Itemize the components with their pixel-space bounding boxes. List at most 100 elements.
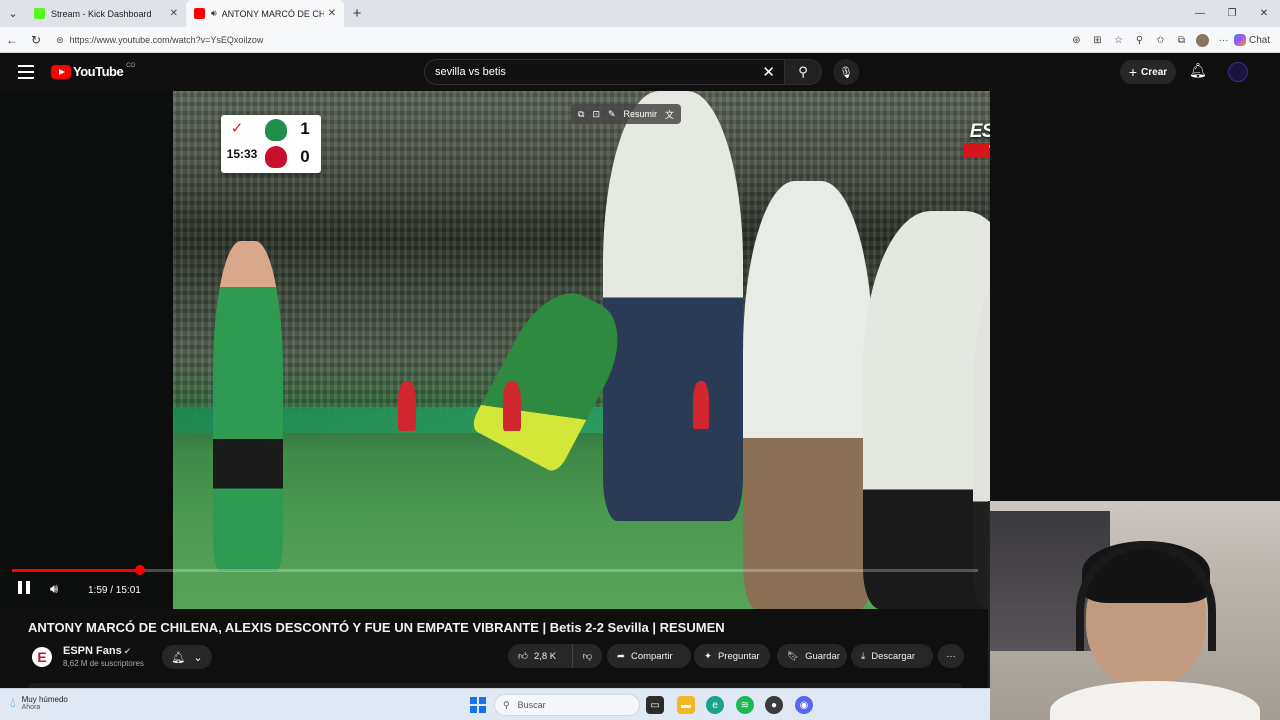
reload-icon[interactable]: ↻ — [24, 33, 48, 47]
notifications-bell-icon[interactable]: 🔔︎ — [1189, 62, 1207, 79]
tab-title: ANTONY MARCÓ DE CHILENA — [221, 8, 324, 19]
url-field[interactable]: ⊜ https://www.youtube.com/watch?v=YsEQxo… — [56, 30, 1066, 50]
more-menu-icon[interactable]: ··· — [1213, 35, 1234, 46]
taskbar-search[interactable]: ⚲ Buscar — [494, 694, 640, 716]
player-figure — [603, 91, 743, 521]
share-button[interactable]: ➦ Compartir — [607, 644, 691, 668]
plus-icon: + — [1128, 64, 1138, 80]
audio-playing-icon[interactable]: 🔊︎ — [211, 8, 217, 19]
weather-subtitle: Ahora — [21, 703, 41, 711]
channel-name-text: ESPN Fans — [63, 645, 122, 657]
new-tab-button[interactable]: + — [344, 5, 370, 22]
youtube-header: YouTube CO sevilla vs betis ✕ ⚲ 🎙︎ + Crea… — [0, 53, 1268, 91]
tab-youtube-video[interactable]: 🔊︎ ANTONY MARCÓ DE CHILENA ✕ — [186, 0, 344, 27]
share-icon: ➦ — [617, 650, 625, 662]
favorites-icon[interactable]: ✩ — [1150, 35, 1171, 46]
create-button[interactable]: + Crear — [1120, 60, 1176, 84]
like-button[interactable]: 👍︎ 2,8 K — [508, 644, 572, 668]
collections-icon[interactable]: ⧉ — [1171, 35, 1192, 46]
summary-icon[interactable]: ✎ — [608, 109, 616, 120]
discord-icon[interactable]: ◉ — [795, 696, 813, 714]
windows-start-icon[interactable] — [470, 697, 486, 713]
webcam-overlay — [988, 501, 1280, 720]
file-explorer-icon[interactable]: ▬ — [677, 696, 695, 714]
tab-title: Stream - Kick Dashboard — [51, 8, 152, 19]
weather-title: Muy húmedo — [21, 694, 68, 704]
profile-avatar[interactable] — [1196, 33, 1209, 47]
media-app-icon[interactable]: ● — [765, 696, 783, 714]
close-tab-icon[interactable]: ✕ — [170, 8, 178, 19]
country-code: CO — [126, 62, 136, 69]
kick-favicon-icon — [34, 8, 45, 19]
video-player[interactable]: ✓ 15:33 1 0 ESPN 2 VIVO ⧉ ⊡ ✎ Resumir 文 … — [0, 91, 990, 609]
volume-icon[interactable]: 🔊︎ — [50, 581, 58, 597]
ask-button[interactable]: ✦ Preguntar — [694, 644, 770, 668]
search-button[interactable]: ⚲ — [784, 59, 822, 85]
video-frame[interactable]: ✓ 15:33 1 0 ESPN 2 VIVO ⧉ ⊡ ✎ Resumir 文 — [173, 91, 990, 609]
app-available-icon[interactable]: ⊞ — [1087, 35, 1108, 46]
dislike-button[interactable]: 👎︎ — [572, 644, 602, 668]
restore-icon[interactable]: ❐ — [1216, 0, 1248, 27]
progress-scrubber[interactable] — [134, 565, 145, 575]
subscriber-count: 8,62 M de suscriptores — [63, 659, 144, 668]
browser-tab-strip: ⌄ Stream - Kick Dashboard ✕ 🔊︎ ANTONY MA… — [0, 0, 1280, 27]
search-box[interactable]: sevilla vs betis ✕ — [424, 59, 786, 85]
spotify-icon[interactable]: ≋ — [736, 696, 754, 714]
copilot-chat-button[interactable]: Chat — [1234, 34, 1280, 46]
logo-text: YouTube — [73, 64, 124, 79]
extensions-icon[interactable]: ⚲ — [1129, 35, 1150, 46]
tab-actions-menu-icon[interactable]: ⌄ — [0, 0, 26, 27]
save-button[interactable]: 🔖︎ Guardar — [777, 644, 847, 668]
espn-logo-text: ESPN 2 — [969, 121, 990, 142]
close-window-icon[interactable]: ✕ — [1248, 0, 1280, 27]
time-display: 1:59 / 15:01 — [88, 585, 141, 596]
site-info-icon[interactable]: ⊜ — [56, 35, 64, 46]
hamburger-menu-icon[interactable] — [18, 65, 34, 79]
browser-tools: ⊛ ⊞ ☆ ⚲ ✩ ⧉ ··· Chat — [1066, 27, 1280, 53]
progress-bar[interactable] — [12, 565, 978, 575]
streamer-shirt — [1050, 681, 1260, 720]
summarize-button[interactable]: Resumir — [624, 109, 658, 119]
search-input[interactable]: sevilla vs betis — [435, 66, 762, 78]
save-label: Guardar — [805, 650, 840, 662]
download-button[interactable]: ⤓ Descargar — [851, 644, 933, 668]
url-text: https://www.youtube.com/watch?v=YsEQxoil… — [69, 35, 264, 45]
picture-in-picture-icon[interactable]: ⧉ — [578, 109, 584, 120]
video-overlay-toolbar: ⧉ ⊡ ✎ Resumir 文 — [571, 104, 682, 124]
clear-search-icon[interactable]: ✕ — [762, 63, 775, 81]
laliga-logo-icon: ✓ — [225, 119, 249, 141]
more-actions-button[interactable]: ··· — [938, 644, 964, 668]
edge-browser-icon[interactable]: e — [706, 696, 724, 714]
translate-icon[interactable]: ⊛ — [1066, 35, 1087, 46]
download-icon: ⤓ — [861, 650, 866, 662]
thumbs-up-icon: 👍︎ — [518, 651, 528, 662]
youtube-logo[interactable]: YouTube CO — [51, 62, 136, 79]
taskbar-search-placeholder: Buscar — [517, 700, 546, 710]
weather-widget[interactable]: 💧︎ Muy húmedo Ahora — [10, 694, 68, 711]
chat-label: Chat — [1249, 34, 1271, 46]
pause-button[interactable] — [18, 581, 30, 594]
account-avatar[interactable] — [1228, 62, 1248, 82]
channel-avatar[interactable]: E — [32, 647, 52, 667]
microphone-icon: 🎙︎ — [839, 66, 853, 79]
back-icon[interactable]: ← — [0, 33, 24, 47]
copilot-icon — [1234, 34, 1246, 46]
live-badge: VIVO — [964, 143, 990, 157]
minimize-icon[interactable]: — — [1184, 0, 1216, 27]
channel-name[interactable]: ESPN Fans ✔ — [63, 645, 131, 657]
download-label: Descargar — [871, 650, 916, 662]
subscription-bell-button[interactable]: 🔔︎ ⌄ — [162, 645, 212, 669]
humidity-icon: 💧︎ — [10, 694, 16, 710]
score-bug: ✓ 15:33 1 0 — [221, 115, 321, 173]
sevilla-crest-icon — [265, 146, 287, 168]
snapshot-icon[interactable]: ⊡ — [592, 109, 600, 120]
close-tab-icon[interactable]: ✕ — [328, 8, 336, 19]
favorite-star-icon[interactable]: ☆ — [1108, 35, 1129, 46]
video-info: ANTONY MARCÓ DE CHILENA, ALEXIS DESCONTÓ… — [0, 609, 990, 689]
task-view-icon[interactable]: ▭ — [646, 696, 664, 714]
translate-video-icon[interactable]: 文 — [665, 108, 674, 121]
tab-kick-dashboard[interactable]: Stream - Kick Dashboard ✕ — [26, 0, 186, 27]
home-goals: 1 — [293, 116, 317, 142]
voice-search-button[interactable]: 🎙︎ — [833, 59, 859, 85]
chevron-down-icon: ⌄ — [193, 651, 203, 664]
